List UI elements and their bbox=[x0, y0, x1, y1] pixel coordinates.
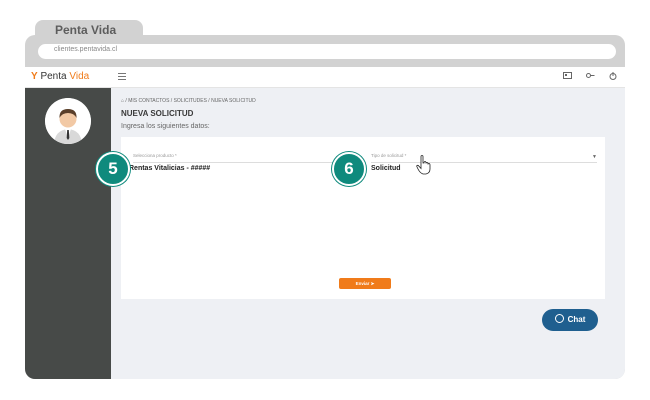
step-badge-6: 6 bbox=[332, 152, 366, 186]
logo-text: Penta bbox=[40, 71, 67, 82]
penta-vida-logo[interactable]: Y Penta Vida bbox=[31, 71, 89, 82]
sidebar bbox=[25, 88, 111, 379]
address-url: clientes.pentavida.cl bbox=[54, 46, 118, 53]
page-subtitle: Ingresa los siguientes datos: bbox=[121, 123, 210, 130]
breadcrumb-path: / MIS CONTACTOS / SOLICITUDES / NUEVA SO… bbox=[125, 98, 256, 104]
chat-bubble-icon bbox=[554, 314, 564, 324]
product-select[interactable]: Rentas Vitalicias - ##### bbox=[129, 165, 210, 172]
app-header: Y Penta Vida bbox=[25, 67, 625, 88]
request-type-select[interactable]: Solicitud bbox=[371, 165, 401, 172]
page-title: NUEVA SOLICITUD bbox=[121, 109, 194, 118]
logo-text-accent: Vida bbox=[69, 71, 90, 82]
menu-icon[interactable] bbox=[118, 72, 126, 83]
app-window: Y Penta Vida ⌂ / MIS CONTACTOS / SOLICIT… bbox=[25, 67, 625, 379]
key-icon[interactable] bbox=[586, 72, 595, 81]
hand-cursor-icon bbox=[416, 155, 432, 180]
address-bar[interactable]: clientes.pentavida.cl bbox=[38, 44, 616, 59]
chat-button[interactable]: Chat bbox=[542, 309, 598, 331]
step-badge-5: 5 bbox=[96, 152, 130, 186]
chat-label: Chat bbox=[567, 315, 586, 324]
request-form-card: Selecciona producto * Rentas Vitalicias … bbox=[96, 137, 605, 299]
avatar[interactable] bbox=[45, 98, 91, 144]
power-icon[interactable] bbox=[609, 72, 617, 82]
send-button[interactable]: Enviar ➤ bbox=[339, 278, 391, 289]
request-type-field-label: Tipo de solicitud * bbox=[371, 153, 407, 158]
logo-symbol: Y bbox=[31, 71, 38, 82]
send-label: Enviar bbox=[355, 281, 370, 286]
id-card-icon[interactable] bbox=[563, 72, 572, 81]
request-type-field-line bbox=[371, 162, 597, 163]
product-field-line bbox=[133, 162, 343, 163]
chevron-down-icon[interactable]: ▼ bbox=[592, 154, 597, 160]
breadcrumb: ⌂ / MIS CONTACTOS / SOLICITUDES / NUEVA … bbox=[121, 98, 256, 104]
home-icon[interactable]: ⌂ bbox=[121, 98, 124, 104]
product-field-label: Selecciona producto * bbox=[133, 153, 177, 158]
arrow-right-circle-icon: ➤ bbox=[370, 281, 375, 286]
